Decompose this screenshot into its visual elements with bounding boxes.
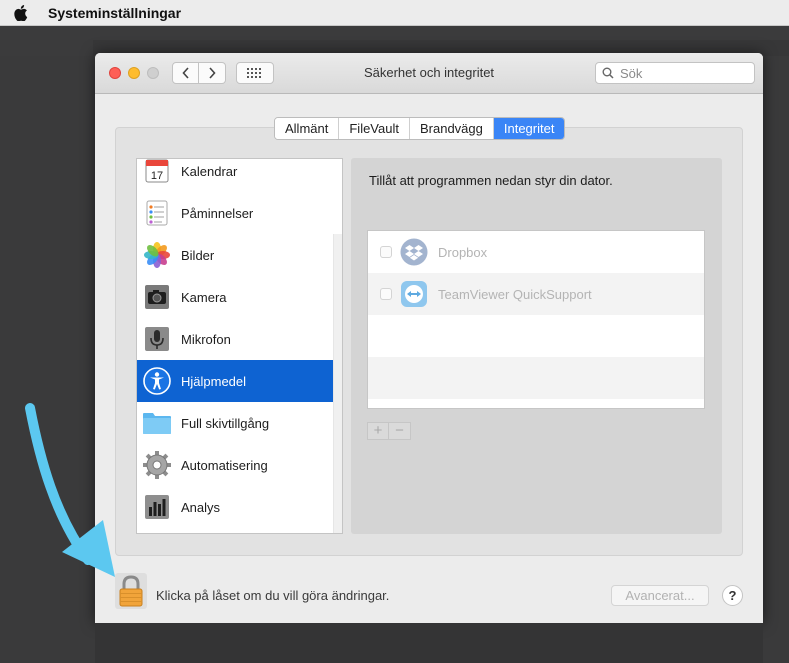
sidebar-item-calendars[interactable]: 17 Kalendrar (137, 159, 335, 192)
add-remove-buttons: + − (367, 422, 411, 440)
tab-filevault[interactable]: FileVault (339, 118, 410, 139)
analytics-icon (142, 492, 172, 522)
sidebar-item-full-disk-access[interactable]: Full skivtillgång (137, 402, 335, 444)
app-checkbox[interactable] (380, 246, 392, 258)
sidebar-item-label: Full skivtillgång (181, 415, 270, 431)
dropbox-icon (400, 238, 428, 266)
lock-hint: Klicka på låset om du vill göra ändringa… (156, 588, 390, 603)
app-name-menu[interactable]: Systeminställningar (48, 5, 181, 21)
search-field[interactable] (595, 62, 755, 84)
tab-privacy[interactable]: Integritet (493, 118, 565, 139)
gear-icon (142, 450, 172, 480)
reminders-icon (142, 198, 172, 228)
search-icon (602, 67, 614, 79)
preferences-window: Säkerhet och integritet Allmänt FileVaul… (95, 53, 763, 623)
sidebar-item-label: Kalendrar (181, 163, 238, 179)
sidebar-item-accessibility[interactable]: Hjälpmedel (137, 360, 342, 402)
camera-icon (142, 282, 172, 312)
sidebar-item-microphone[interactable]: Mikrofon (137, 318, 335, 360)
sidebar-item-camera[interactable]: Kamera (137, 276, 335, 318)
calendar-icon: 17 (142, 159, 172, 186)
tab-firewall[interactable]: Brandvägg (409, 118, 494, 139)
add-button[interactable]: + (367, 422, 389, 440)
advanced-button: Avancerat... (611, 585, 709, 606)
empty-row (368, 315, 704, 357)
svg-text:17: 17 (151, 170, 163, 182)
detail-pane: Tillåt att programmen nedan styr din dat… (351, 158, 722, 534)
lock-icon (119, 575, 143, 607)
folder-icon (142, 408, 172, 438)
sidebar-item-analytics[interactable]: Analys (137, 486, 335, 528)
microphone-icon (142, 324, 172, 354)
sidebar-item-photos[interactable]: Bilder (137, 234, 335, 276)
menubar: Systeminställningar (0, 0, 789, 26)
privacy-category-list: 17 Kalendrar Påminnelser Bilder Kamera M… (136, 158, 343, 534)
help-button[interactable]: ? (722, 585, 743, 606)
sidebar-item-label: Analys (181, 499, 221, 515)
search-input[interactable] (618, 64, 742, 82)
desktop-bottom (95, 623, 763, 663)
sidebar-item-automation[interactable]: Automatisering (137, 444, 335, 486)
sidebar-item-reminders[interactable]: Påminnelser (137, 192, 335, 234)
empty-row (368, 357, 704, 399)
tab-general[interactable]: Allmänt (275, 118, 340, 139)
pane-description: Tillåt att programmen nedan styr din dat… (369, 173, 613, 188)
photos-icon (142, 240, 172, 270)
app-name: Dropbox (438, 244, 488, 260)
title-bar: Säkerhet och integritet (95, 53, 763, 94)
sidebar-item-label: Hjälpmedel (181, 373, 247, 389)
desktop-strip (0, 26, 789, 56)
app-row-dropbox: Dropbox (368, 231, 704, 273)
app-row-teamviewer: TeamViewer QuickSupport (368, 273, 704, 315)
tab-bar: Allmänt FileVault Brandvägg Integritet (274, 117, 566, 140)
sidebar-item-label: Mikrofon (181, 331, 231, 347)
sidebar-item-label: Kamera (181, 289, 227, 305)
app-list: Dropbox TeamViewer QuickSupport (367, 230, 705, 409)
remove-button[interactable]: − (389, 422, 411, 440)
app-name: TeamViewer QuickSupport (438, 286, 592, 302)
sidebar-item-label: Påminnelser (181, 205, 254, 221)
list-scrollbar[interactable] (333, 234, 342, 533)
sidebar-item-label: Bilder (181, 247, 215, 263)
lock-button[interactable] (115, 573, 147, 609)
teamviewer-icon (400, 280, 428, 308)
sidebar-item-label: Automatisering (181, 457, 268, 473)
accessibility-icon (142, 366, 172, 396)
apple-menu-icon[interactable] (14, 4, 28, 21)
app-checkbox[interactable] (380, 288, 392, 300)
